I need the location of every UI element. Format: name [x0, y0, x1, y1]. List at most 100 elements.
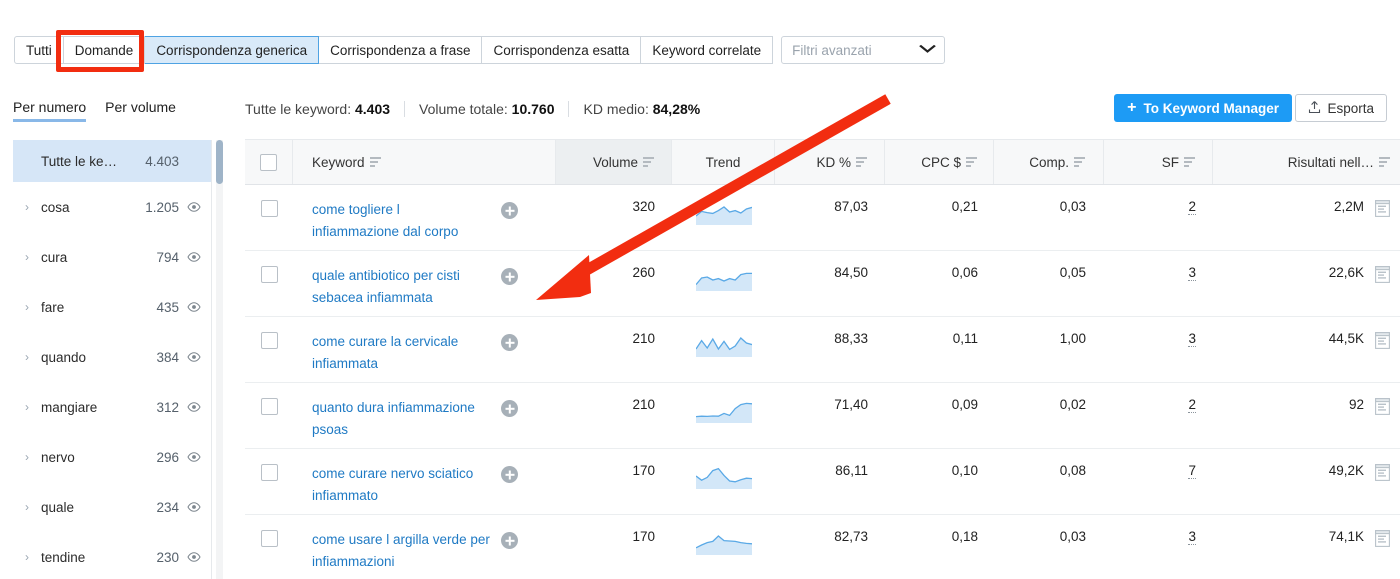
- keyword-link[interactable]: come usare l argilla verde per infiammaz…: [312, 529, 490, 573]
- chevron-right-icon[interactable]: ›: [25, 550, 41, 564]
- keyword-cell: quale antibiotico per cisti sebacea infi…: [293, 251, 556, 316]
- to-keyword-manager-button[interactable]: + To Keyword Manager: [1114, 94, 1292, 122]
- keyword-link[interactable]: quale antibiotico per cisti sebacea infi…: [312, 265, 490, 309]
- filter-button-corrispondenza-a-frase[interactable]: Corrispondenza a frase: [318, 36, 483, 64]
- competition-cell: 0,03: [994, 515, 1104, 579]
- sf-cell: 3: [1104, 515, 1213, 579]
- chevron-right-icon[interactable]: ›: [25, 200, 41, 214]
- add-keyword-icon[interactable]: [501, 202, 518, 219]
- eye-icon[interactable]: [187, 202, 201, 212]
- sf-value[interactable]: 3: [1188, 529, 1196, 545]
- sidebar-scrollbar-track[interactable]: [216, 140, 223, 579]
- filter-button-corrispondenza-generica[interactable]: Corrispondenza generica: [144, 36, 320, 64]
- column-header-kd[interactable]: KD %: [775, 140, 885, 184]
- keyword-link[interactable]: come togliere l infiammazione dal corpo: [312, 199, 490, 243]
- add-keyword-icon[interactable]: [501, 268, 518, 285]
- chevron-right-icon[interactable]: ›: [25, 350, 41, 364]
- chevron-right-icon[interactable]: ›: [25, 250, 41, 264]
- sidebar-item-fare[interactable]: › fare 435: [13, 282, 211, 332]
- column-header-sf[interactable]: SF: [1104, 140, 1213, 184]
- column-header-keyword[interactable]: Keyword: [293, 140, 556, 184]
- sf-value[interactable]: 3: [1188, 265, 1196, 281]
- serp-preview-icon[interactable]: [1375, 464, 1390, 484]
- chevron-right-icon[interactable]: ›: [25, 400, 41, 414]
- filter-button-keyword-correlate[interactable]: Keyword correlate: [640, 36, 774, 64]
- sort-icon[interactable]: [1184, 157, 1195, 167]
- filter-button-domande[interactable]: Domande: [62, 36, 146, 64]
- results-cell: 22,6K: [1213, 251, 1400, 316]
- eye-icon[interactable]: [187, 552, 201, 562]
- trend-cell: [672, 515, 775, 579]
- column-header-comp[interactable]: Comp.: [994, 140, 1104, 184]
- sort-icon[interactable]: [966, 157, 977, 167]
- eye-icon[interactable]: [187, 302, 201, 312]
- stat-kd-label: KD medio:: [583, 101, 649, 117]
- sidebar-item-quale[interactable]: › quale 234: [13, 482, 211, 532]
- keyword-link[interactable]: come curare nervo sciatico infiammato: [312, 463, 490, 507]
- sort-icon[interactable]: [1074, 157, 1085, 167]
- add-keyword-icon[interactable]: [501, 400, 518, 417]
- chevron-right-icon[interactable]: ›: [25, 300, 41, 314]
- add-keyword-icon[interactable]: [501, 532, 518, 549]
- keyword-link[interactable]: come curare la cervicale infiammata: [312, 331, 490, 375]
- eye-icon[interactable]: [187, 352, 201, 362]
- row-checkbox[interactable]: [260, 266, 278, 283]
- kd-cell: 84,50: [775, 251, 885, 316]
- sidebar-scrollbar-thumb[interactable]: [216, 140, 223, 184]
- row-checkbox[interactable]: [260, 530, 278, 547]
- serp-preview-icon[interactable]: [1375, 398, 1390, 418]
- serp-preview-icon[interactable]: [1375, 530, 1390, 550]
- add-keyword-icon[interactable]: [501, 466, 518, 483]
- sort-icon[interactable]: [1379, 157, 1390, 167]
- stat-divider: [568, 101, 570, 117]
- sort-icon[interactable]: [856, 157, 867, 167]
- add-keyword-icon[interactable]: [501, 334, 518, 351]
- export-button[interactable]: Esporta: [1295, 94, 1387, 122]
- filter-button-corrispondenza-esatta[interactable]: Corrispondenza esatta: [481, 36, 642, 64]
- serp-preview-icon[interactable]: [1375, 200, 1390, 220]
- sidebar-item-nervo[interactable]: › nervo 296: [13, 432, 211, 482]
- sidebar-item-cura[interactable]: › cura 794: [13, 232, 211, 282]
- sf-value[interactable]: 3: [1188, 331, 1196, 347]
- keyword-link[interactable]: quanto dura infiammazione psoas: [312, 397, 490, 441]
- sidebar-item-cosa[interactable]: › cosa 1.205: [13, 182, 211, 232]
- trend-cell: [672, 449, 775, 514]
- results-value: 2,2M: [1333, 199, 1364, 214]
- column-header-trend[interactable]: Trend: [672, 140, 775, 184]
- competition-value: 1,00: [1059, 331, 1086, 346]
- sort-icon[interactable]: [643, 157, 654, 167]
- sf-value[interactable]: 7: [1188, 463, 1196, 479]
- column-header-cpc[interactable]: CPC $: [885, 140, 994, 184]
- filter-button-tutti[interactable]: Tutti: [14, 36, 64, 64]
- select-all-checkbox[interactable]: [260, 153, 277, 171]
- sort-tab-per-numero[interactable]: Per numero: [13, 99, 87, 122]
- eye-icon[interactable]: [187, 402, 201, 412]
- competition-value: 0,03: [1059, 199, 1086, 214]
- row-checkbox[interactable]: [260, 398, 278, 415]
- serp-preview-icon[interactable]: [1375, 266, 1390, 286]
- sf-value[interactable]: 2: [1188, 199, 1196, 215]
- row-checkbox[interactable]: [260, 464, 278, 481]
- sort-tab-per-volume[interactable]: Per volume: [105, 99, 176, 122]
- column-header-results[interactable]: Risultati nell…: [1213, 140, 1400, 184]
- sidebar-item-quando[interactable]: › quando 384: [13, 332, 211, 382]
- keyword-cell: come curare nervo sciatico infiammato: [293, 449, 556, 514]
- sidebar-item-all-keywords[interactable]: Tutte le ke… 4.403: [13, 140, 211, 182]
- serp-preview-icon[interactable]: [1375, 332, 1390, 352]
- advanced-filters-dropdown[interactable]: Filtri avanzati: [781, 36, 946, 64]
- eye-icon[interactable]: [187, 452, 201, 462]
- sidebar-item-count: 435: [156, 299, 179, 315]
- column-header-volume[interactable]: Volume: [556, 140, 672, 184]
- sort-icon[interactable]: [369, 157, 381, 167]
- row-checkbox[interactable]: [260, 332, 278, 349]
- eye-icon[interactable]: [187, 502, 201, 512]
- volume-cell: 210: [556, 383, 672, 448]
- chevron-right-icon[interactable]: ›: [25, 500, 41, 514]
- sf-value[interactable]: 2: [1188, 397, 1196, 413]
- kd-cell: 71,40: [775, 383, 885, 448]
- sidebar-item-mangiare[interactable]: › mangiare 312: [13, 382, 211, 432]
- row-checkbox[interactable]: [260, 200, 278, 217]
- sidebar-item-tendine[interactable]: › tendine 230: [13, 532, 211, 579]
- eye-icon[interactable]: [187, 252, 201, 262]
- chevron-right-icon[interactable]: ›: [25, 450, 41, 464]
